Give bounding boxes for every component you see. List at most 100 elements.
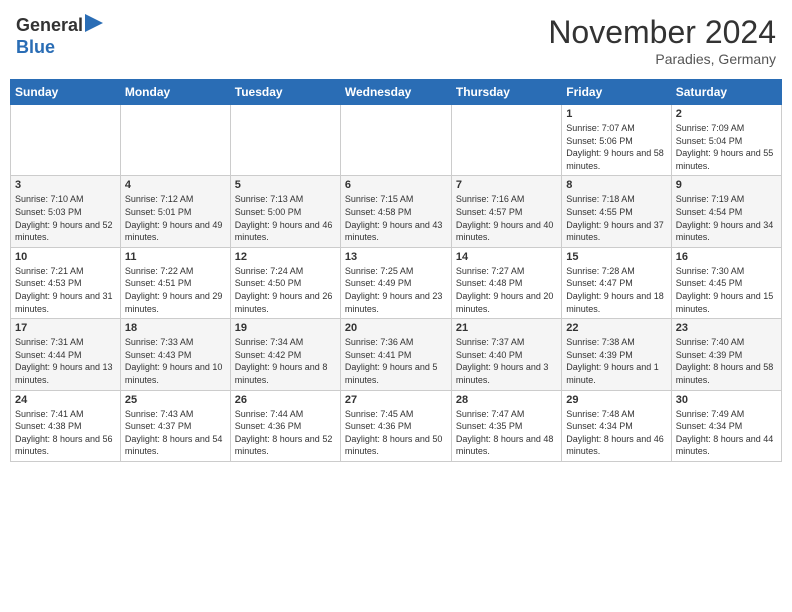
calendar-week-row: 17 Sunrise: 7:31 AM Sunset: 4:44 PM Dayli… xyxy=(11,319,782,390)
calendar-header-row: SundayMondayTuesdayWednesdayThursdayFrid… xyxy=(11,80,782,105)
day-number: 22 xyxy=(566,322,666,334)
day-number: 8 xyxy=(566,179,666,191)
calendar-week-row: 10 Sunrise: 7:21 AM Sunset: 4:53 PM Dayli… xyxy=(11,247,782,318)
calendar-cell: 9 Sunrise: 7:19 AM Sunset: 4:54 PM Daylig… xyxy=(671,176,781,247)
day-info: Sunrise: 7:12 AM Sunset: 5:01 PM Dayligh… xyxy=(125,193,226,243)
day-number: 2 xyxy=(676,108,777,120)
day-info: Sunrise: 7:19 AM Sunset: 4:54 PM Dayligh… xyxy=(676,193,777,243)
day-info: Sunrise: 7:44 AM Sunset: 4:36 PM Dayligh… xyxy=(235,408,336,458)
calendar-week-row: 24 Sunrise: 7:41 AM Sunset: 4:38 PM Dayli… xyxy=(11,390,782,461)
day-number: 10 xyxy=(15,251,116,263)
calendar-header-friday: Friday xyxy=(562,80,671,105)
day-number: 12 xyxy=(235,251,336,263)
calendar-cell: 2 Sunrise: 7:09 AM Sunset: 5:04 PM Daylig… xyxy=(671,105,781,176)
calendar-cell: 16 Sunrise: 7:30 AM Sunset: 4:45 PM Dayli… xyxy=(671,247,781,318)
day-number: 13 xyxy=(345,251,447,263)
calendar-cell: 15Sunrise: 7:28 AM Sunset: 4:47 PM Dayli… xyxy=(562,247,671,318)
day-number: 7 xyxy=(456,179,557,191)
day-number: 16 xyxy=(676,251,777,263)
calendar-cell: 28 Sunrise: 7:47 AM Sunset: 4:35 PM Dayli… xyxy=(451,390,561,461)
logo-general-text: General xyxy=(16,15,83,36)
calendar-cell xyxy=(230,105,340,176)
day-info: Sunrise: 7:38 AM Sunset: 4:39 PM Dayligh… xyxy=(566,336,666,386)
day-info: Sunrise: 7:49 AM Sunset: 4:34 PM Dayligh… xyxy=(676,408,777,458)
day-number: 24 xyxy=(15,394,116,406)
calendar-cell: 19Sunrise: 7:34 AM Sunset: 4:42 PM Dayli… xyxy=(230,319,340,390)
calendar-cell: 10 Sunrise: 7:21 AM Sunset: 4:53 PM Dayli… xyxy=(11,247,121,318)
day-info: Sunrise: 7:36 AM Sunset: 4:41 PM Dayligh… xyxy=(345,336,447,386)
day-info: Sunrise: 7:28 AM Sunset: 4:47 PM Dayligh… xyxy=(566,265,666,315)
day-number: 27 xyxy=(345,394,447,406)
day-number: 28 xyxy=(456,394,557,406)
calendar-cell: 1 Sunrise: 7:07 AM Sunset: 5:06 PM Daylig… xyxy=(562,105,671,176)
day-number: 17 xyxy=(15,322,116,334)
day-number: 14 xyxy=(456,251,557,263)
day-info: Sunrise: 7:24 AM Sunset: 4:50 PM Dayligh… xyxy=(235,265,336,315)
day-number: 9 xyxy=(676,179,777,191)
day-number: 30 xyxy=(676,394,777,406)
calendar-cell: 3 Sunrise: 7:10 AM Sunset: 5:03 PM Daylig… xyxy=(11,176,121,247)
day-info: Sunrise: 7:48 AM Sunset: 4:34 PM Dayligh… xyxy=(566,408,666,458)
day-info: Sunrise: 7:30 AM Sunset: 4:45 PM Dayligh… xyxy=(676,265,777,315)
calendar-cell: 18 Sunrise: 7:33 AM Sunset: 4:43 PM Dayli… xyxy=(120,319,230,390)
calendar-cell: 17 Sunrise: 7:31 AM Sunset: 4:44 PM Dayli… xyxy=(11,319,121,390)
day-info: Sunrise: 7:10 AM Sunset: 5:03 PM Dayligh… xyxy=(15,193,116,243)
day-info: Sunrise: 7:21 AM Sunset: 4:53 PM Dayligh… xyxy=(15,265,116,315)
day-number: 11 xyxy=(125,251,226,263)
calendar-week-row: 1 Sunrise: 7:07 AM Sunset: 5:06 PM Daylig… xyxy=(11,105,782,176)
calendar-cell: 20Sunrise: 7:36 AM Sunset: 4:41 PM Dayli… xyxy=(340,319,451,390)
day-number: 4 xyxy=(125,179,226,191)
calendar-cell: 11 Sunrise: 7:22 AM Sunset: 4:51 PM Dayli… xyxy=(120,247,230,318)
day-info: Sunrise: 7:09 AM Sunset: 5:04 PM Dayligh… xyxy=(676,122,777,172)
calendar-cell xyxy=(451,105,561,176)
day-info: Sunrise: 7:27 AM Sunset: 4:48 PM Dayligh… xyxy=(456,265,557,315)
calendar-cell: 13Sunrise: 7:25 AM Sunset: 4:49 PM Dayli… xyxy=(340,247,451,318)
day-number: 1 xyxy=(566,108,666,120)
day-number: 6 xyxy=(345,179,447,191)
calendar-header-tuesday: Tuesday xyxy=(230,80,340,105)
calendar-cell: 27Sunrise: 7:45 AM Sunset: 4:36 PM Dayli… xyxy=(340,390,451,461)
day-info: Sunrise: 7:47 AM Sunset: 4:35 PM Dayligh… xyxy=(456,408,557,458)
calendar-header-sunday: Sunday xyxy=(11,80,121,105)
calendar-cell: 12 Sunrise: 7:24 AM Sunset: 4:50 PM Dayli… xyxy=(230,247,340,318)
day-info: Sunrise: 7:41 AM Sunset: 4:38 PM Dayligh… xyxy=(15,408,116,458)
calendar-cell: 8 Sunrise: 7:18 AM Sunset: 4:55 PM Daylig… xyxy=(562,176,671,247)
day-info: Sunrise: 7:43 AM Sunset: 4:37 PM Dayligh… xyxy=(125,408,226,458)
calendar-cell: 4 Sunrise: 7:12 AM Sunset: 5:01 PM Daylig… xyxy=(120,176,230,247)
calendar-week-row: 3 Sunrise: 7:10 AM Sunset: 5:03 PM Daylig… xyxy=(11,176,782,247)
day-number: 19 xyxy=(235,322,336,334)
location: Paradies, Germany xyxy=(548,51,776,67)
calendar-table: SundayMondayTuesdayWednesdayThursdayFrid… xyxy=(10,79,782,462)
calendar-cell xyxy=(340,105,451,176)
calendar-header-thursday: Thursday xyxy=(451,80,561,105)
day-number: 23 xyxy=(676,322,777,334)
calendar-cell xyxy=(11,105,121,176)
day-info: Sunrise: 7:40 AM Sunset: 4:39 PM Dayligh… xyxy=(676,336,777,386)
calendar-cell: 21 Sunrise: 7:37 AM Sunset: 4:40 PM Dayli… xyxy=(451,319,561,390)
day-number: 5 xyxy=(235,179,336,191)
day-number: 18 xyxy=(125,322,226,334)
calendar-cell xyxy=(120,105,230,176)
day-number: 26 xyxy=(235,394,336,406)
day-info: Sunrise: 7:37 AM Sunset: 4:40 PM Dayligh… xyxy=(456,336,557,386)
day-info: Sunrise: 7:31 AM Sunset: 4:44 PM Dayligh… xyxy=(15,336,116,386)
logo-icon xyxy=(85,14,103,37)
title-section: November 2024 Paradies, Germany xyxy=(548,14,776,67)
day-info: Sunrise: 7:18 AM Sunset: 4:55 PM Dayligh… xyxy=(566,193,666,243)
calendar-cell: 14 Sunrise: 7:27 AM Sunset: 4:48 PM Dayli… xyxy=(451,247,561,318)
day-number: 3 xyxy=(15,179,116,191)
calendar-cell: 7Sunrise: 7:16 AM Sunset: 4:57 PM Daylig… xyxy=(451,176,561,247)
calendar-cell: 25Sunrise: 7:43 AM Sunset: 4:37 PM Dayli… xyxy=(120,390,230,461)
calendar-cell: 23 Sunrise: 7:40 AM Sunset: 4:39 PM Dayli… xyxy=(671,319,781,390)
day-number: 29 xyxy=(566,394,666,406)
calendar-header-wednesday: Wednesday xyxy=(340,80,451,105)
day-info: Sunrise: 7:33 AM Sunset: 4:43 PM Dayligh… xyxy=(125,336,226,386)
calendar-cell: 29 Sunrise: 7:48 AM Sunset: 4:34 PM Dayli… xyxy=(562,390,671,461)
calendar-cell: 22 Sunrise: 7:38 AM Sunset: 4:39 PM Dayli… xyxy=(562,319,671,390)
day-number: 21 xyxy=(456,322,557,334)
day-info: Sunrise: 7:07 AM Sunset: 5:06 PM Dayligh… xyxy=(566,122,666,172)
month-title: November 2024 xyxy=(548,14,776,51)
day-info: Sunrise: 7:22 AM Sunset: 4:51 PM Dayligh… xyxy=(125,265,226,315)
day-info: Sunrise: 7:13 AM Sunset: 5:00 PM Dayligh… xyxy=(235,193,336,243)
logo: General Blue xyxy=(16,14,103,58)
